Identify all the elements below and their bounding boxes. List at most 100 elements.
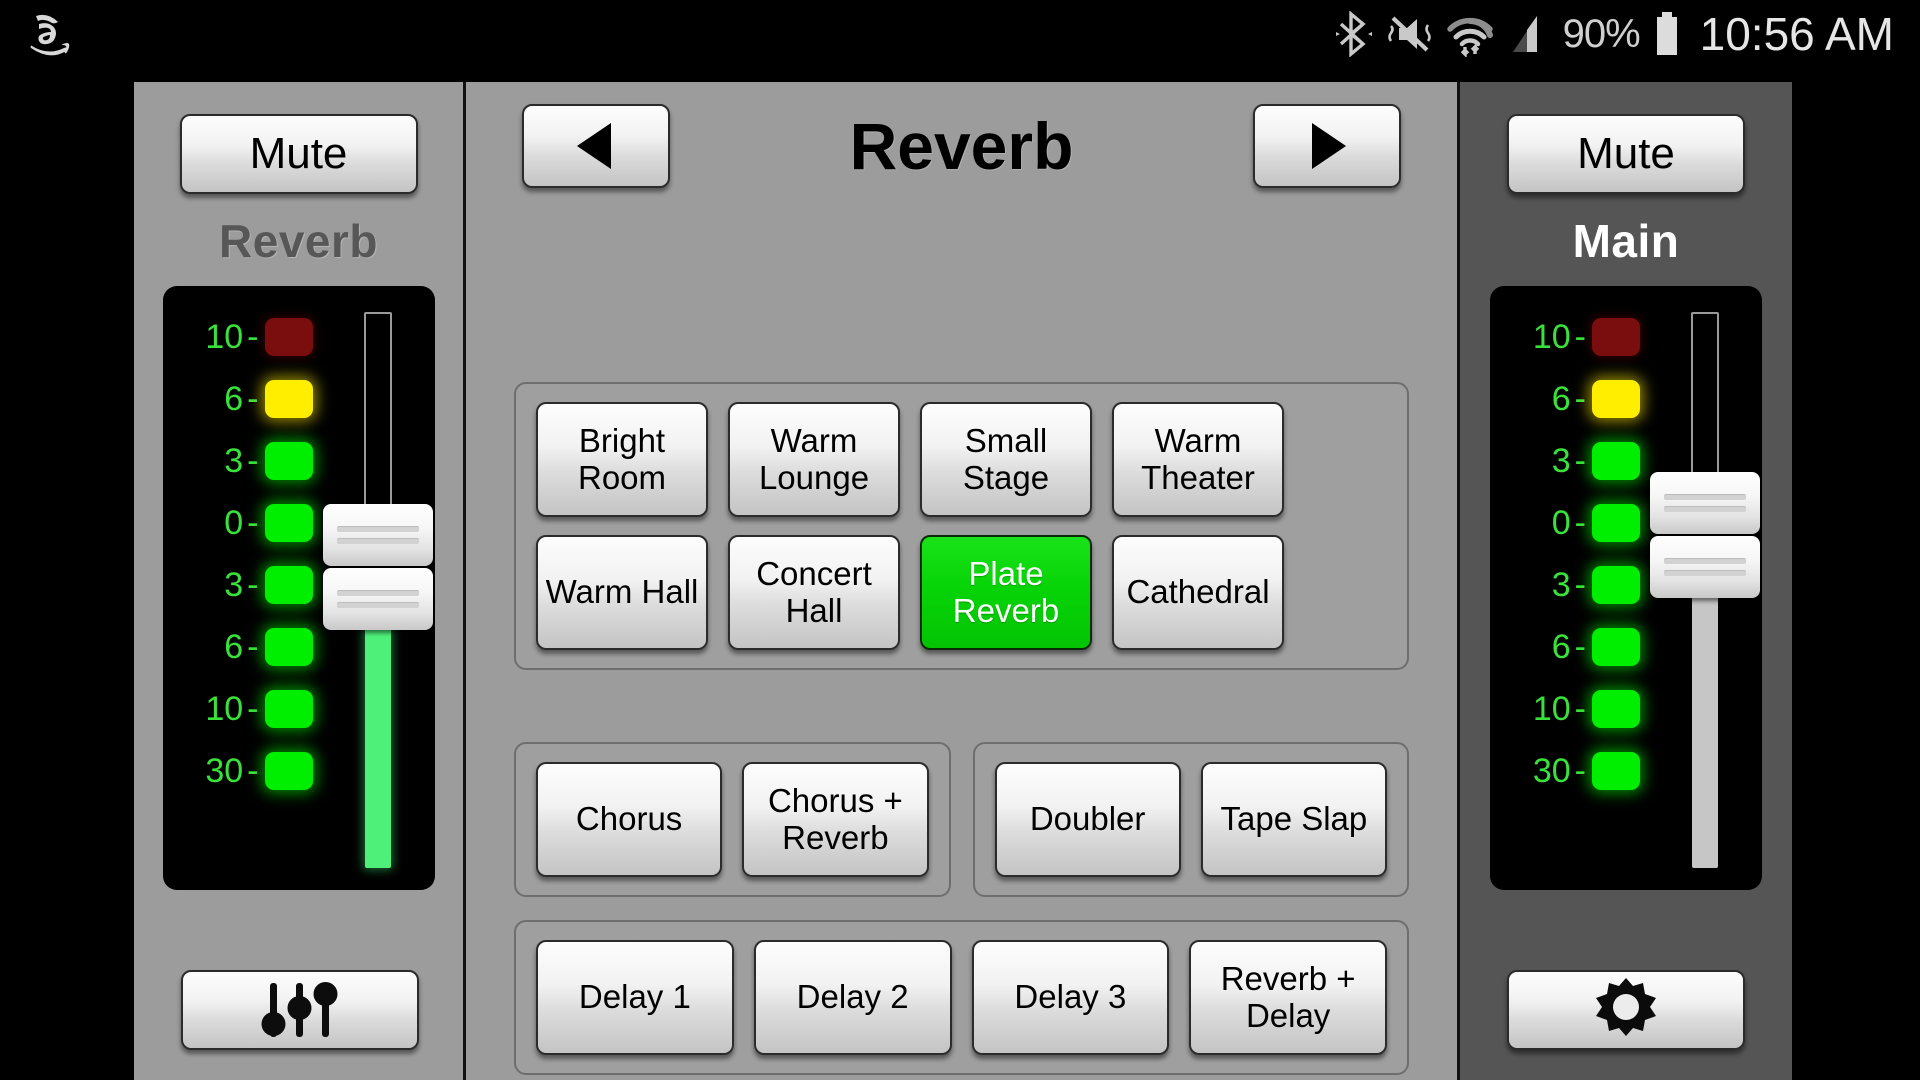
right-meter-tick: - — [1574, 565, 1586, 604]
status-bar-left — [0, 8, 74, 60]
left-meter-tick: - — [247, 379, 259, 418]
arrow-right-icon — [1312, 123, 1346, 169]
preset-button[interactable]: Tape Slap — [1200, 762, 1387, 877]
preset-button[interactable]: Chorus + Reverb — [742, 762, 929, 877]
preset-button[interactable]: Cathedral — [1112, 535, 1284, 650]
preset-header: Reverb — [466, 82, 1457, 210]
left-led-row: 0- — [163, 500, 313, 546]
left-fader[interactable] — [318, 312, 435, 872]
right-meter-scale-label: 6 — [1551, 380, 1571, 418]
right-fader-handle-upper[interactable] — [1650, 472, 1760, 534]
left-led-column: 10-6-3-0-3-6-10-30- — [163, 286, 313, 890]
left-fader-handle-upper[interactable] — [322, 504, 433, 566]
right-fader-handle-lower[interactable] — [1650, 536, 1760, 598]
preset-button[interactable]: Delay 2 — [753, 940, 952, 1055]
status-bar: 90% 10:56 AM — [0, 0, 1920, 68]
right-led-segment — [1592, 380, 1640, 418]
left-led-segment — [264, 504, 313, 542]
right-fader[interactable] — [1645, 312, 1762, 872]
left-meter-scale-label: 30 — [205, 752, 244, 790]
left-led-row: 10- — [163, 314, 313, 360]
preset-button[interactable]: Chorus — [536, 762, 723, 877]
left-led-segment — [264, 442, 313, 480]
left-meter-scale-label: 6 — [224, 628, 244, 666]
reverb-row-2: Warm Hall Concert Hall Plate Reverb Cathedr… — [536, 535, 1387, 650]
preset-button[interactable]: Bright Room — [536, 402, 708, 517]
right-led-row: 6- — [1490, 376, 1640, 422]
right-meter-tick: - — [1574, 441, 1586, 480]
right-meter-scale-label: 10 — [1532, 318, 1571, 356]
preset-button[interactable]: Warm Hall — [536, 535, 708, 650]
reverb-preset-group: Bright Room Warm Lounge Small Stage Warm Th… — [514, 382, 1409, 670]
left-meter-scale-label: 10 — [205, 690, 244, 728]
right-led-segment — [1592, 566, 1640, 604]
right-mute-button[interactable]: Mute — [1507, 114, 1745, 194]
right-meter-tick: - — [1574, 689, 1586, 728]
left-led-row: 10- — [163, 686, 313, 732]
left-mute-button[interactable]: Mute — [179, 114, 418, 194]
right-meter-tick: - — [1574, 317, 1586, 356]
right-led-row: 3- — [1490, 438, 1640, 484]
delay-preset-group: Delay 1 Delay 2 Delay 3 Reverb + Delay — [514, 920, 1409, 1075]
right-meter-scale-label: 10 — [1532, 690, 1571, 728]
left-channel-name: Reverb — [219, 215, 378, 267]
right-led-row: 0- — [1490, 500, 1640, 546]
right-meter-scale-label: 3 — [1551, 442, 1571, 480]
left-led-row: 6- — [163, 376, 313, 422]
right-led-column: 10-6-3-0-3-6-10-30- — [1490, 286, 1640, 890]
arrow-left-icon — [577, 123, 611, 169]
preset-button[interactable]: Small Stage — [920, 402, 1092, 517]
reverb-group-row: Bright Room Warm Lounge Small Stage Warm Th… — [466, 382, 1457, 670]
right-meter-tick: - — [1574, 627, 1586, 666]
left-meter-scale-label: 3 — [224, 442, 244, 480]
amazon-a-icon — [30, 14, 70, 56]
preset-button[interactable]: Warm Theater — [1112, 402, 1284, 517]
wifi-icon — [1446, 17, 1493, 57]
left-fader-rail — [363, 312, 392, 512]
left-meter-scale-label: 10 — [205, 318, 244, 356]
left-meter-tick: - — [247, 689, 259, 728]
left-led-segment — [264, 380, 313, 418]
preset-button[interactable]: Reverb + Delay — [1189, 940, 1387, 1055]
right-led-row: 6- — [1490, 624, 1640, 670]
modulation-preset-group: Chorus Chorus + Reverb — [514, 742, 951, 897]
left-led-row: 3- — [163, 562, 313, 608]
prev-preset-button[interactable] — [522, 104, 670, 188]
right-channel-panel: Mute Main 10-6-3-0-3-6-10-30- — [1460, 82, 1792, 1080]
battery-percent-label: 90% — [1562, 11, 1641, 56]
left-meter-tick: - — [247, 751, 259, 790]
preset-button[interactable]: Delay 1 — [536, 940, 734, 1055]
right-meter-scale-label: 3 — [1551, 566, 1571, 604]
right-meter-tick: - — [1574, 751, 1586, 790]
preset-button[interactable]: Delay 3 — [971, 940, 1170, 1055]
preset-button[interactable]: Doubler — [994, 762, 1181, 877]
preset-button[interactable]: Warm Lounge — [728, 402, 900, 517]
left-meter-tick: - — [247, 441, 259, 480]
left-meter: 10-6-3-0-3-6-10-30- — [162, 286, 435, 890]
right-led-segment — [1592, 628, 1640, 666]
left-fader-handle-lower[interactable] — [322, 568, 433, 630]
right-meter-scale-label: 0 — [1551, 504, 1571, 542]
right-led-segment — [1592, 504, 1640, 542]
app-screen: 90% 10:56 AM Mute Reverb 10-6-3-0-3-6-10… — [0, 0, 1920, 1080]
left-led-segment — [264, 566, 313, 604]
right-meter-tick: - — [1574, 379, 1586, 418]
left-meter-scale-label: 6 — [224, 380, 244, 418]
left-led-segment — [264, 690, 313, 728]
battery-icon — [1656, 12, 1677, 55]
eq-button[interactable] — [181, 970, 419, 1050]
bluetooth-icon — [1335, 11, 1372, 57]
preset-button[interactable]: Plate Reverb — [920, 535, 1092, 650]
next-preset-button[interactable] — [1253, 104, 1401, 188]
right-meter-scale-label: 6 — [1551, 628, 1571, 666]
right-led-segment — [1592, 690, 1640, 728]
right-led-row: 30- — [1490, 748, 1640, 794]
settings-button[interactable] — [1507, 970, 1745, 1050]
right-led-segment — [1592, 752, 1640, 790]
clock-label: 10:56 AM — [1699, 8, 1894, 60]
preset-button[interactable]: Concert Hall — [728, 535, 900, 650]
left-meter-tick: - — [247, 317, 259, 356]
left-led-row: 30- — [163, 748, 313, 794]
mixer-app: Mute Reverb 10-6-3-0-3-6-10-30- Reverb B… — [134, 82, 1792, 1080]
right-meter: 10-6-3-0-3-6-10-30- — [1490, 286, 1762, 890]
